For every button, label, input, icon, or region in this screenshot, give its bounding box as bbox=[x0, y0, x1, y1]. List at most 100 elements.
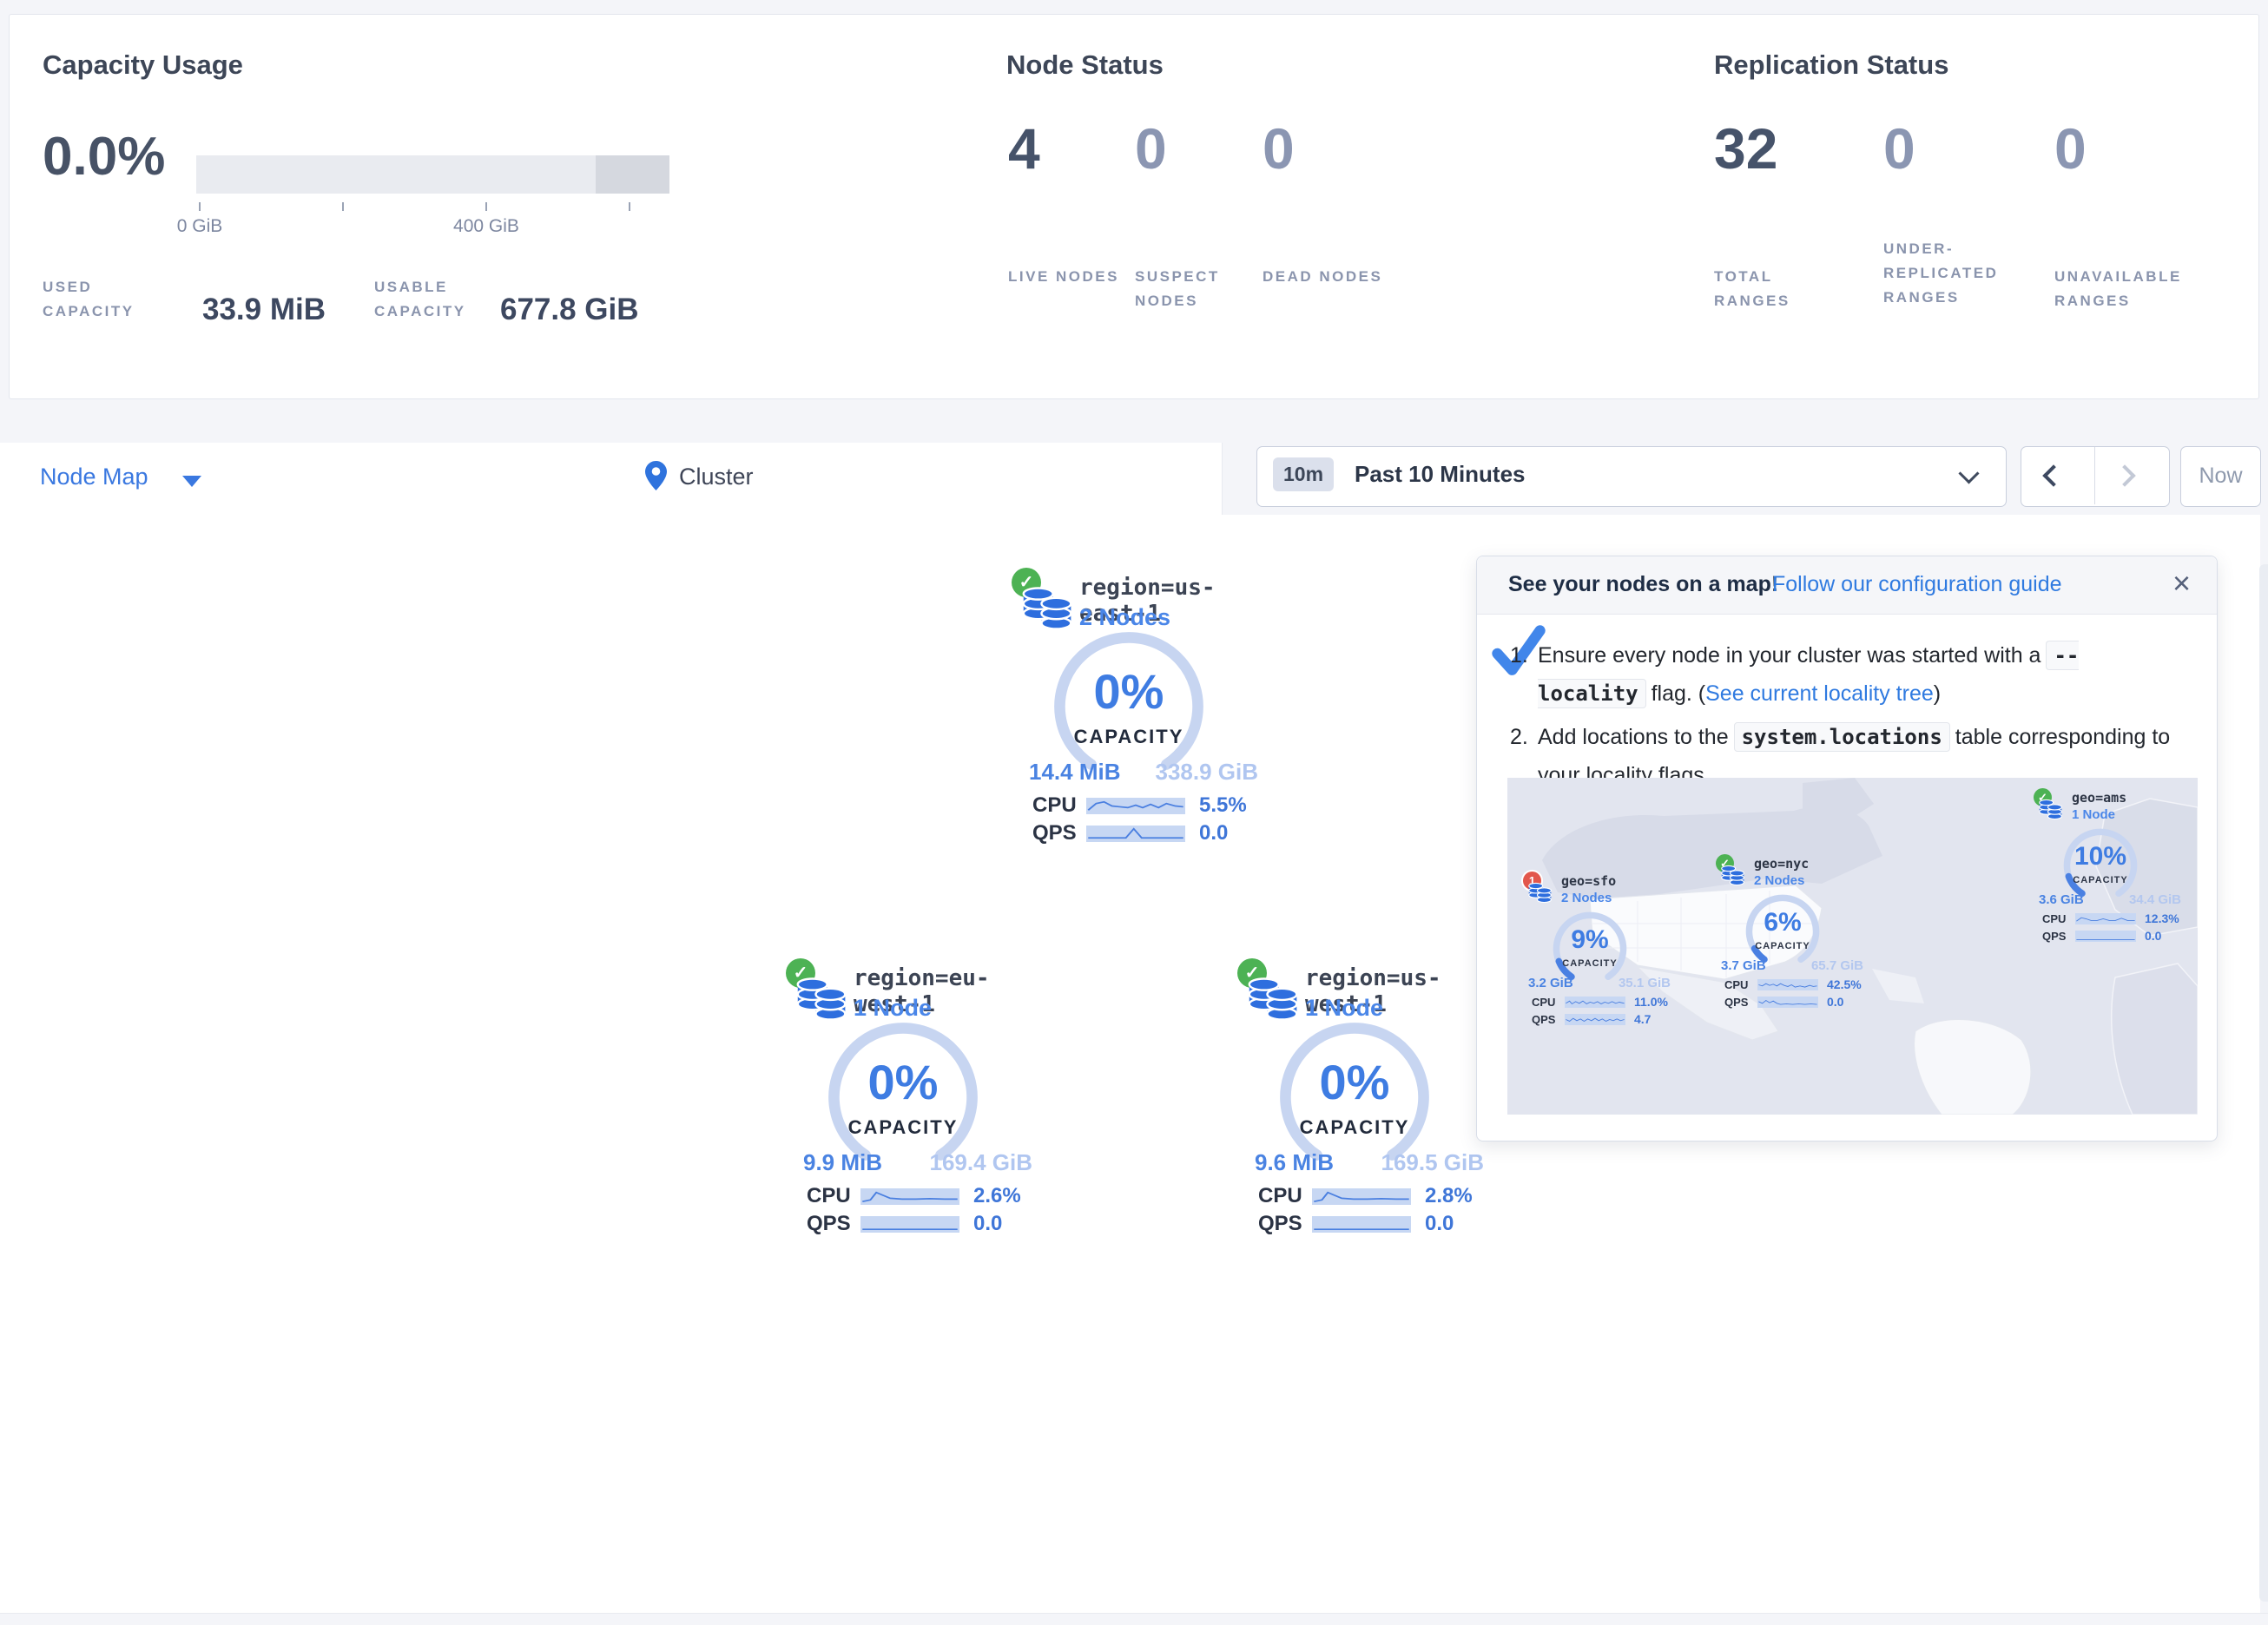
page-footer-strip bbox=[0, 1613, 2268, 1625]
step-number: 1. bbox=[1510, 636, 1528, 674]
caret-down-icon bbox=[182, 476, 201, 487]
axis-tick bbox=[485, 202, 487, 211]
nodes-count-link[interactable]: 2 Nodes bbox=[1754, 873, 1804, 888]
qps-label: QPS bbox=[1032, 821, 1086, 845]
used-value: 3.2 GiB bbox=[1528, 976, 1573, 990]
step-number: 2. bbox=[1510, 718, 1528, 756]
capacity-percent: 0.0% bbox=[43, 126, 165, 188]
popup-header: See your nodes on a map! Follow our conf… bbox=[1477, 556, 2217, 615]
total-value: 65.7 GiB bbox=[1811, 958, 1863, 973]
cpu-label: CPU bbox=[807, 1184, 860, 1208]
close-icon[interactable]: × bbox=[2172, 565, 2191, 602]
axis-tick-label: 400 GiB bbox=[434, 216, 538, 237]
total-ranges-label: TOTAL RANGES bbox=[1714, 265, 1836, 313]
cpu-sparkline bbox=[860, 1188, 959, 1205]
time-range-select[interactable]: 10m Past 10 Minutes bbox=[1256, 446, 2007, 507]
example-node-map: 1 geo=sfo 2 Nodes 9% CAPACITY 3.2 GiB 35… bbox=[1507, 778, 2198, 1115]
qps-label: QPS bbox=[2042, 930, 2075, 943]
cluster-summary-bar: Capacity Usage 0.0% 0 GiB 400 GiB USED C… bbox=[9, 14, 2259, 399]
step-text: ) bbox=[1934, 681, 1941, 706]
suspect-nodes-label: SUSPECT NODES bbox=[1135, 265, 1256, 313]
used-value: 14.4 MiB bbox=[1029, 759, 1121, 786]
capacity-usage-bar bbox=[196, 155, 669, 194]
map-node-geo-nyc[interactable]: ✓ geo=nyc 2 Nodes 6% CAPACITY 3.7 GiB 65… bbox=[1716, 851, 1863, 1016]
capacity-gauge-label: CAPACITY bbox=[1045, 726, 1213, 748]
total-value: 35.1 GiB bbox=[1619, 976, 1671, 990]
breadcrumb[interactable]: Cluster bbox=[679, 464, 754, 490]
locality-card-us-west-1[interactable]: ✓ region=us-west-1 1 Node 0% CAPACITY 9.… bbox=[1220, 953, 1507, 1244]
map-node-geo-ams[interactable]: ✓ geo=ams 1 Node 10% CAPACITY 3.6 GiB 34… bbox=[2034, 785, 2181, 950]
under-replicated-label: UNDER-REPLICATED RANGES bbox=[1883, 237, 2031, 310]
qps-value: 4.7 bbox=[1634, 1012, 1651, 1026]
axis-tick bbox=[199, 202, 201, 211]
live-nodes-label: LIVE NODES bbox=[1008, 265, 1130, 289]
cpu-label: CPU bbox=[2042, 912, 2075, 925]
map-configuration-popup: See your nodes on a map! Follow our conf… bbox=[1476, 556, 2218, 1141]
total-value: 169.4 GiB bbox=[929, 1149, 1032, 1176]
capacity-gauge-label: CAPACITY bbox=[2034, 875, 2167, 885]
step-text: Ensure every node in your cluster was st… bbox=[1538, 643, 2041, 668]
used-value: 9.9 MiB bbox=[803, 1149, 882, 1176]
qps-sparkline bbox=[1565, 1014, 1625, 1025]
unavailable-ranges-label: UNAVAILABLE RANGES bbox=[2054, 265, 2215, 313]
axis-tick bbox=[629, 202, 630, 211]
used-value: 3.7 GiB bbox=[1721, 958, 1766, 973]
step-text: Add locations to the bbox=[1538, 725, 1729, 749]
qps-value: 0.0 bbox=[973, 1212, 1002, 1236]
replication-status-title: Replication Status bbox=[1714, 49, 1948, 81]
nodes-count-link[interactable]: 2 Nodes bbox=[1561, 891, 1612, 905]
time-forward-button[interactable] bbox=[2117, 468, 2152, 485]
cpu-label: CPU bbox=[1258, 1184, 1312, 1208]
capacity-percent: 6% bbox=[1716, 908, 1849, 938]
database-icon bbox=[1527, 880, 1553, 905]
locality-label: geo=nyc bbox=[1754, 856, 1809, 872]
map-toolbar: Node Map Cluster bbox=[0, 443, 1223, 516]
qps-value: 0.0 bbox=[1199, 821, 1228, 845]
step-text: flag. ( bbox=[1652, 681, 1706, 706]
qps-sparkline bbox=[1757, 997, 1818, 1008]
capacity-gauge-label: CAPACITY bbox=[1270, 1116, 1439, 1139]
nodes-count-link[interactable]: 1 Node bbox=[2072, 807, 2115, 822]
capacity-percent: 0% bbox=[1270, 1054, 1439, 1110]
popup-title: See your nodes on a map! bbox=[1508, 572, 1778, 597]
cluster-overview-page: Capacity Usage 0.0% 0 GiB 400 GiB USED C… bbox=[0, 0, 2268, 1625]
qps-value: 0.0 bbox=[1827, 995, 1843, 1009]
capacity-gauge-label: CAPACITY bbox=[1523, 958, 1657, 969]
cpu-value: 42.5% bbox=[1827, 977, 1862, 991]
total-ranges-value: 32 bbox=[1714, 115, 1777, 181]
cpu-value: 11.0% bbox=[1634, 995, 1668, 1009]
dead-nodes-value: 0 bbox=[1263, 115, 1295, 181]
view-selector-dropdown[interactable]: Node Map bbox=[40, 464, 148, 490]
cpu-label: CPU bbox=[1032, 793, 1086, 818]
qps-sparkline bbox=[2075, 931, 2136, 942]
cpu-sparkline bbox=[1086, 798, 1185, 814]
cpu-value: 5.5% bbox=[1199, 793, 1247, 818]
qps-value: 0.0 bbox=[1425, 1212, 1454, 1236]
locality-card-us-east-1[interactable]: ✓ region=us-east-1 2 Nodes 0% CAPACITY 1… bbox=[994, 562, 1281, 853]
capacity-percent: 0% bbox=[1045, 663, 1213, 720]
qps-label: QPS bbox=[1258, 1212, 1312, 1236]
used-value: 9.6 MiB bbox=[1255, 1149, 1334, 1176]
locality-card-eu-west-1[interactable]: ✓ region=eu-west-1 1 Node 0% CAPACITY 9.… bbox=[768, 953, 1055, 1244]
database-icon bbox=[1720, 863, 1746, 888]
time-back-button[interactable] bbox=[2046, 468, 2080, 485]
cpu-value: 12.3% bbox=[2145, 911, 2179, 925]
time-range-badge: 10m bbox=[1273, 457, 1334, 491]
capacity-usage-title: Capacity Usage bbox=[43, 49, 243, 81]
map-node-geo-sfo[interactable]: 1 geo=sfo 2 Nodes 9% CAPACITY 3.2 GiB 35… bbox=[1523, 868, 1671, 1033]
live-nodes-value: 4 bbox=[1008, 115, 1040, 181]
location-pin-icon bbox=[644, 460, 668, 491]
cpu-value: 2.8% bbox=[1425, 1184, 1473, 1208]
cpu-sparkline bbox=[1565, 997, 1625, 1008]
cpu-label: CPU bbox=[1532, 996, 1565, 1009]
qps-sparkline bbox=[860, 1216, 959, 1233]
used-capacity-value: 33.9 MiB bbox=[202, 293, 326, 327]
time-step-buttons bbox=[2021, 446, 2170, 507]
capacity-percent: 10% bbox=[2034, 842, 2167, 872]
map-edge-fragment bbox=[2259, 564, 2268, 1602]
usable-capacity-label: USABLE CAPACITY bbox=[374, 275, 504, 324]
now-button[interactable]: Now bbox=[2180, 446, 2261, 507]
locality-tree-link[interactable]: See current locality tree bbox=[1705, 681, 1934, 706]
cpu-value: 2.6% bbox=[973, 1184, 1021, 1208]
configuration-guide-link[interactable]: Follow our configuration guide bbox=[1772, 572, 2062, 597]
